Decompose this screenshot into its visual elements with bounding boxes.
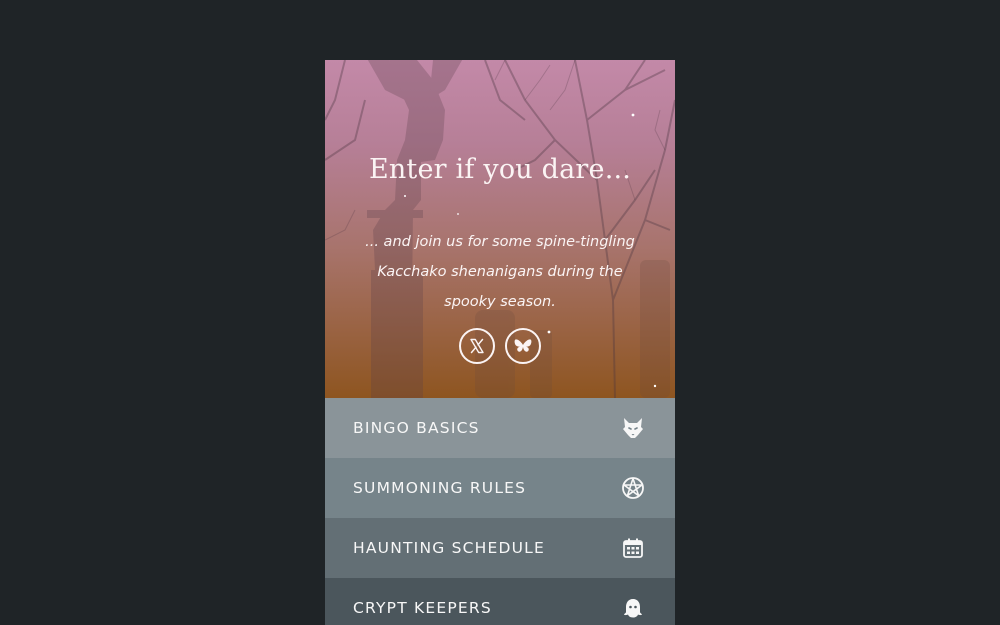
menu-item-label: CRYPT KEEPERS (353, 599, 492, 617)
pentagram-icon (621, 476, 645, 500)
hero-banner: Enter if you dare... ... and join us for… (325, 60, 675, 398)
hero-title: Enter if you dare... (368, 154, 632, 185)
menu-list: BINGO BASICS SUMMONING RULES HAUNTING SC… (325, 398, 675, 625)
x-link-button[interactable] (459, 328, 495, 364)
menu-item-label: SUMMONING RULES (353, 479, 527, 497)
menu-item-label: BINGO BASICS (353, 419, 480, 437)
social-links (325, 328, 675, 364)
menu-item-label: HAUNTING SCHEDULE (353, 539, 545, 557)
menu-item-summoning-rules[interactable]: SUMMONING RULES (325, 458, 675, 518)
calendar-icon (621, 536, 645, 560)
x-logo-icon (470, 338, 484, 354)
wolf-icon (621, 416, 645, 440)
ghost-icon (621, 596, 645, 620)
page-card: Enter if you dare... ... and join us for… (325, 60, 675, 625)
menu-item-crypt-keepers[interactable]: CRYPT KEEPERS (325, 578, 675, 625)
bluesky-link-button[interactable] (505, 328, 541, 364)
menu-item-bingo-basics[interactable]: BINGO BASICS (325, 398, 675, 458)
hero-description: ... and join us for some spine-tingling … (365, 234, 635, 310)
menu-item-haunting-schedule[interactable]: HAUNTING SCHEDULE (325, 518, 675, 578)
butterfly-icon (514, 339, 532, 352)
